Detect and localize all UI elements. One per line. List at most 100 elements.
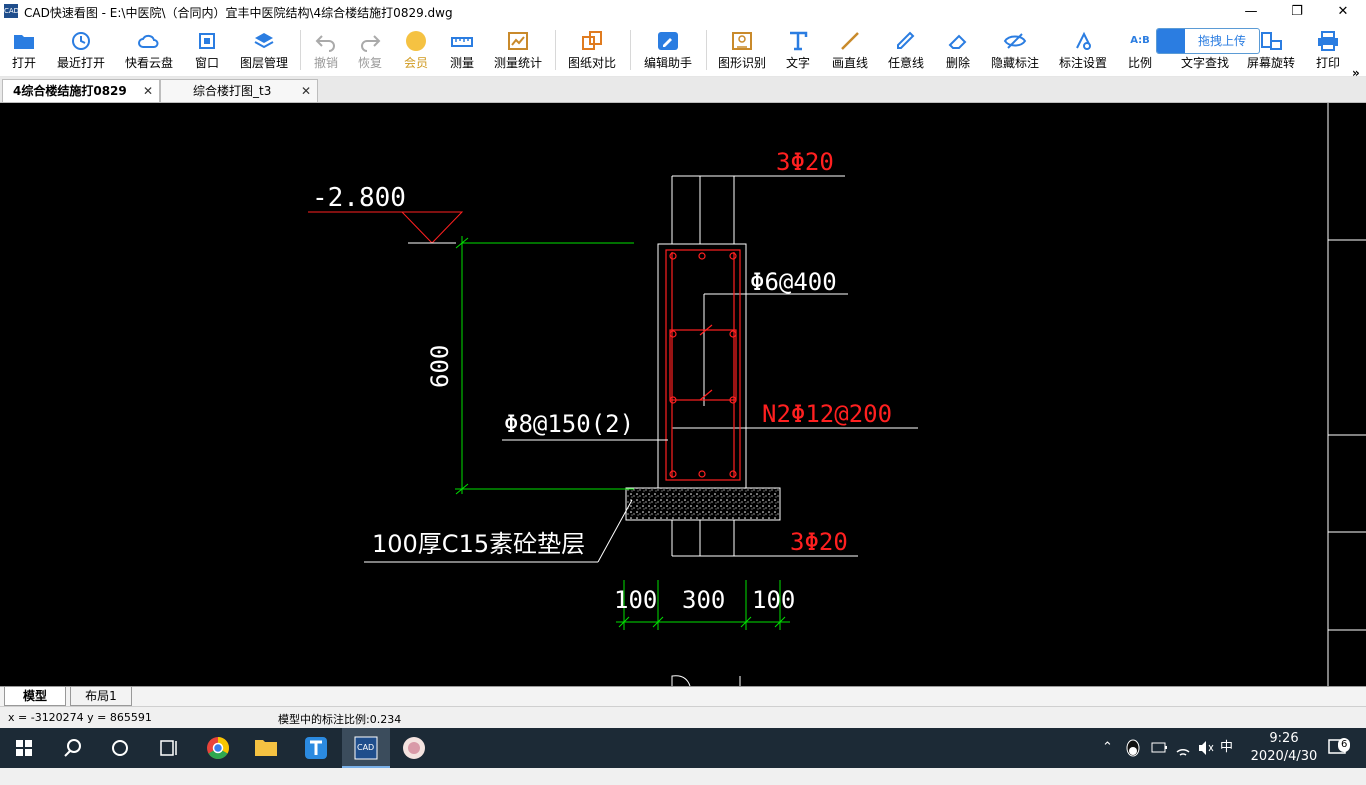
task-view-icon: [160, 740, 177, 756]
freeline-button[interactable]: 任意线: [882, 26, 930, 74]
qq-tray-icon[interactable]: [1124, 728, 1144, 768]
clock[interactable]: 9:26 2020/4/30: [1250, 728, 1318, 768]
taskbar-cad-viewer[interactable]: CAD: [342, 728, 390, 768]
windows-taskbar: CAD ⌃ 中 9:26 2020/4/30 6: [0, 728, 1366, 768]
drawing-canvas[interactable]: -2.800 3Φ20 Φ6@400 Φ8@150(2) N2Φ12@200 3…: [0, 103, 1366, 686]
shape-recognition-button[interactable]: 图形识别: [712, 26, 772, 74]
print-button[interactable]: 打印: [1308, 26, 1348, 74]
t-app-icon: [305, 737, 327, 759]
edit-helper-button[interactable]: 编辑助手: [638, 26, 698, 74]
battery-icon[interactable]: [1150, 728, 1170, 768]
cloud-icon: [138, 34, 159, 48]
stirrup-label: Φ8@150(2): [504, 410, 634, 438]
cad-app-label: CAD: [357, 743, 375, 752]
layers-icon: [254, 33, 274, 49]
drag-upload-button[interactable]: 拖拽上传: [1156, 28, 1260, 54]
tab-model[interactable]: 模型: [4, 687, 66, 706]
toolbar-separator: [300, 30, 301, 70]
search-button[interactable]: [48, 728, 96, 768]
browser-app-icon: [207, 737, 229, 759]
elevation-symbol: [308, 211, 464, 244]
clock-time: 9:26: [1269, 731, 1299, 746]
taskbar-t-app[interactable]: [292, 728, 340, 768]
folder-icon: [14, 35, 34, 49]
ruler-icon: [451, 37, 473, 47]
windows-logo-icon: [16, 740, 32, 756]
minimize-button[interactable]: —: [1228, 0, 1274, 24]
window-icon: [199, 33, 215, 49]
tab-layout-1[interactable]: 布局1: [70, 687, 132, 706]
edit-helper-icon: [658, 32, 678, 50]
line-icon: [841, 32, 859, 50]
right-frame-lines: [1327, 103, 1366, 686]
undo-button[interactable]: 撤销: [306, 26, 346, 74]
taskbar-avatar-app[interactable]: [390, 728, 438, 768]
redo-icon: [361, 35, 381, 52]
text-button[interactable]: 文字: [780, 26, 816, 74]
vip-icon: [406, 31, 426, 51]
measure-button[interactable]: 测量: [442, 26, 482, 74]
compare-button[interactable]: 图纸对比: [562, 26, 622, 74]
elevation-label: -2.800: [312, 183, 406, 213]
taskbar-file-explorer[interactable]: [242, 728, 290, 768]
clock-date: 2020/4/30: [1250, 749, 1318, 764]
wifi-icon[interactable]: [1174, 728, 1194, 768]
toolbar-separator: [555, 30, 556, 70]
cloud-drive-button[interactable]: 快看云盘: [118, 26, 180, 74]
scale-button[interactable]: A:B 比例: [1122, 26, 1158, 74]
partial-lower-view: [671, 675, 741, 686]
tab-document-2[interactable]: 综合楼打图_t3 ✕: [160, 79, 318, 102]
close-button[interactable]: ✕: [1320, 0, 1366, 24]
dimension-settings-icon: [1076, 31, 1091, 50]
find-text-button[interactable]: 文字查找: [1174, 54, 1236, 74]
line-button[interactable]: 画直线: [826, 26, 874, 74]
dimension-settings-button[interactable]: 标注设置: [1054, 26, 1112, 74]
status-bar: x = -3120274 y = 865591 模型中的标注比例:0.234: [0, 706, 1366, 729]
tray-expand-icon[interactable]: ⌃: [1102, 728, 1118, 768]
shape-recognition-icon: [732, 32, 752, 50]
volume-icon[interactable]: [1196, 728, 1216, 768]
pen-icon: [897, 31, 915, 49]
layer-manager-button[interactable]: 图层管理: [234, 26, 294, 74]
eraser-icon: [948, 34, 967, 49]
taskbar-browser-app[interactable]: [194, 728, 242, 768]
recent-button[interactable]: 最近打开: [50, 26, 112, 74]
start-button[interactable]: [0, 728, 48, 768]
tab-document-1[interactable]: 4综合楼结施打0829 ✕: [2, 79, 160, 102]
top-rebar-label: 3Φ20: [776, 148, 834, 176]
close-tab-icon[interactable]: ✕: [143, 80, 153, 102]
open-button[interactable]: 打开: [2, 26, 46, 74]
side-rebar-label: N2Φ12@200: [762, 400, 892, 428]
vip-button[interactable]: 会员: [396, 26, 436, 74]
avatar-app-icon: [403, 737, 425, 759]
close-tab-icon[interactable]: ✕: [301, 80, 311, 102]
height-dimension-label: 600: [426, 345, 454, 388]
dimension-middle-label: 300: [682, 586, 725, 614]
window-button[interactable]: 窗口: [186, 26, 228, 74]
notification-center-button[interactable]: 6: [1324, 728, 1354, 768]
erase-button[interactable]: 删除: [938, 26, 978, 74]
document-tabbar: 4综合楼结施打0829 ✕ 综合楼打图_t3 ✕: [0, 77, 1366, 103]
eye-hidden-icon: [1003, 33, 1027, 49]
toolbar-separator: [630, 30, 631, 70]
task-view-button[interactable]: [144, 728, 192, 768]
upload-cloud-icon: [1157, 29, 1185, 53]
stats-icon: [508, 32, 528, 50]
history-icon: [72, 32, 90, 50]
restore-button[interactable]: ❐: [1274, 0, 1320, 24]
concrete-pad: [625, 487, 781, 521]
window-title: CAD快速看图 - E:\中医院\（合同内）宜丰中医院结构\4综合楼结施打082…: [24, 6, 453, 20]
dimension-left-label: 100: [614, 586, 657, 614]
redo-button[interactable]: 恢复: [350, 26, 390, 74]
coordinates-readout: x = -3120274 y = 865591: [8, 711, 152, 724]
cortana-button[interactable]: [96, 728, 144, 768]
ime-indicator[interactable]: 中: [1220, 728, 1240, 768]
title-bar: CAD CAD快速看图 - E:\中医院\（合同内）宜丰中医院结构\4综合楼结施…: [0, 0, 1366, 24]
measure-stats-button[interactable]: 测量统计: [488, 26, 548, 74]
dimension-right-label: 100: [752, 586, 795, 614]
hide-dimension-button[interactable]: 隐藏标注: [986, 26, 1044, 74]
folder-icon: [255, 740, 277, 756]
pad-label: 100厚C15素砼垫层: [372, 530, 585, 558]
undo-icon: [315, 35, 335, 52]
search-icon: [64, 739, 81, 757]
